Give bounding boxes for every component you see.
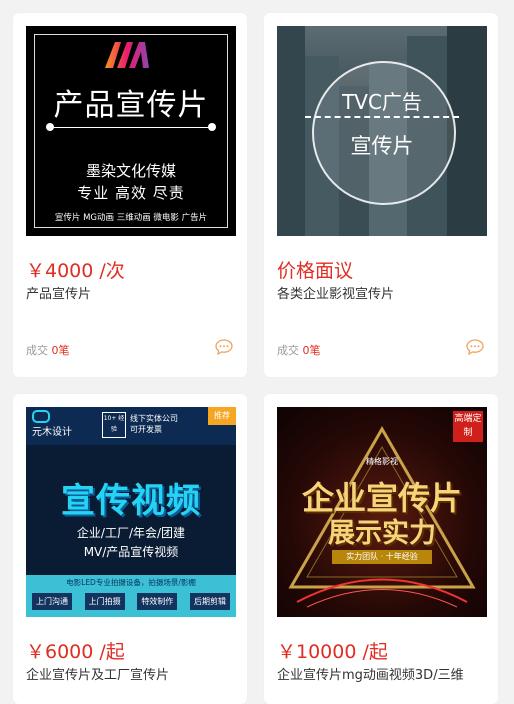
chat-bubble-icon[interactable]	[466, 339, 484, 355]
product-title[interactable]: 产品宣传片	[26, 283, 91, 302]
service-buttons: 上门沟通 上门拍摄 特效制作 后期剪辑	[32, 593, 230, 610]
experience-badge: 10+ 经验	[102, 412, 126, 438]
sales-label: 成交	[26, 344, 48, 357]
product-card[interactable]: TVC广告 宣传片 价格面议 各类企业影视宣传片 成交 0笔	[264, 13, 498, 377]
product-card[interactable]: 高端定制 精格影视 企业宣传片 展示实力 实力团队 · 十年经验 ￥10000 …	[264, 394, 498, 704]
thumbnail-slogan: 专业 高效 尽责	[77, 184, 185, 202]
product-price: ￥6000 /起	[26, 641, 125, 663]
thumbnail-line2: 宣传片	[350, 134, 414, 158]
premium-badge: 高端定制	[453, 411, 483, 442]
thumbnail-sub: 精格影视	[366, 457, 398, 466]
thumbnail-services: 宣传片 MG动画 三维动画 微电影 广告片	[54, 213, 208, 223]
sales-info: 成交 0笔	[26, 342, 70, 358]
product-price: 价格面议	[277, 260, 354, 282]
divider-dot	[208, 123, 216, 131]
divider-dot	[46, 123, 54, 131]
divider	[51, 127, 211, 128]
product-price: ￥10000 /起	[277, 641, 388, 663]
service-chip: 特效制作	[137, 593, 178, 610]
thumbnail-line1: 企业/工厂/年会/团建	[76, 526, 186, 540]
sales-count: 0笔	[51, 344, 70, 357]
brand-logo-icon	[32, 410, 50, 423]
recommend-tag: 推荐	[208, 407, 236, 425]
dashed-divider	[305, 116, 459, 120]
product-thumbnail[interactable]: 产品宣传片 墨染文化传媒 专业 高效 尽责 宣传片 MG动画 三维动画 微电影 …	[26, 26, 236, 236]
thumbnail-office-info: 线下实体公司 可开发票	[130, 413, 178, 435]
thumbnail-company: 墨染文化传媒	[85, 162, 176, 180]
product-card[interactable]: 产品宣传片 墨染文化传媒 专业 高效 尽责 宣传片 MG动画 三维动画 微电影 …	[13, 13, 247, 377]
service-chip: 后期剪辑	[189, 593, 230, 610]
brand-name: 元木设计	[32, 427, 72, 438]
brand-logo-icon	[105, 42, 149, 68]
product-price: ￥4000 /次	[26, 260, 125, 282]
thumbnail-headline: 宣传视频	[61, 481, 201, 521]
product-card[interactable]: 元木设计 10+ 经验 线下实体公司 可开发票 推荐 宣传视频 企业/工厂/年会…	[13, 394, 247, 704]
thumbnail-headline-2: 展示实力	[328, 518, 436, 549]
thumbnail-footer: 电影LED专业拍摄设备，拍摄场景/影棚 上门沟通 上门拍摄 特效制作 后期剪辑	[26, 575, 236, 617]
product-thumbnail[interactable]: 高端定制 精格影视 企业宣传片 展示实力 实力团队 · 十年经验	[277, 407, 487, 617]
chat-bubble-icon[interactable]	[215, 339, 233, 355]
product-thumbnail[interactable]: 元木设计 10+ 经验 线下实体公司 可开发票 推荐 宣传视频 企业/工厂/年会…	[26, 407, 236, 617]
thumbnail-headline: 产品宣传片	[53, 88, 209, 123]
service-chip: 上门沟通	[32, 593, 72, 610]
sales-label: 成交	[277, 344, 299, 357]
product-title[interactable]: 各类企业影视宣传片	[277, 283, 394, 302]
service-chip: 上门拍摄	[84, 593, 125, 610]
thumbnail-line1: TVC广告	[342, 90, 422, 114]
product-title[interactable]: 企业宣传片mg动画视频3D/三维	[277, 664, 464, 683]
thumbnail-brand: 元木设计	[32, 410, 72, 438]
office-text: 线下实体公司	[130, 414, 178, 423]
invoice-text: 可开发票	[130, 425, 162, 434]
sales-count: 0笔	[302, 344, 321, 357]
sales-info: 成交 0笔	[277, 342, 321, 358]
thumbnail-ribbon: 实力团队 · 十年经验	[332, 550, 432, 564]
product-title[interactable]: 企业宣传片及工厂宣传片	[26, 664, 169, 683]
product-thumbnail[interactable]: TVC广告 宣传片	[277, 26, 487, 236]
thumbnail-line2: MV/产品宣传视频	[83, 545, 179, 559]
thumbnail-note: 电影LED专业拍摄设备，拍摄场景/影棚	[66, 578, 196, 587]
